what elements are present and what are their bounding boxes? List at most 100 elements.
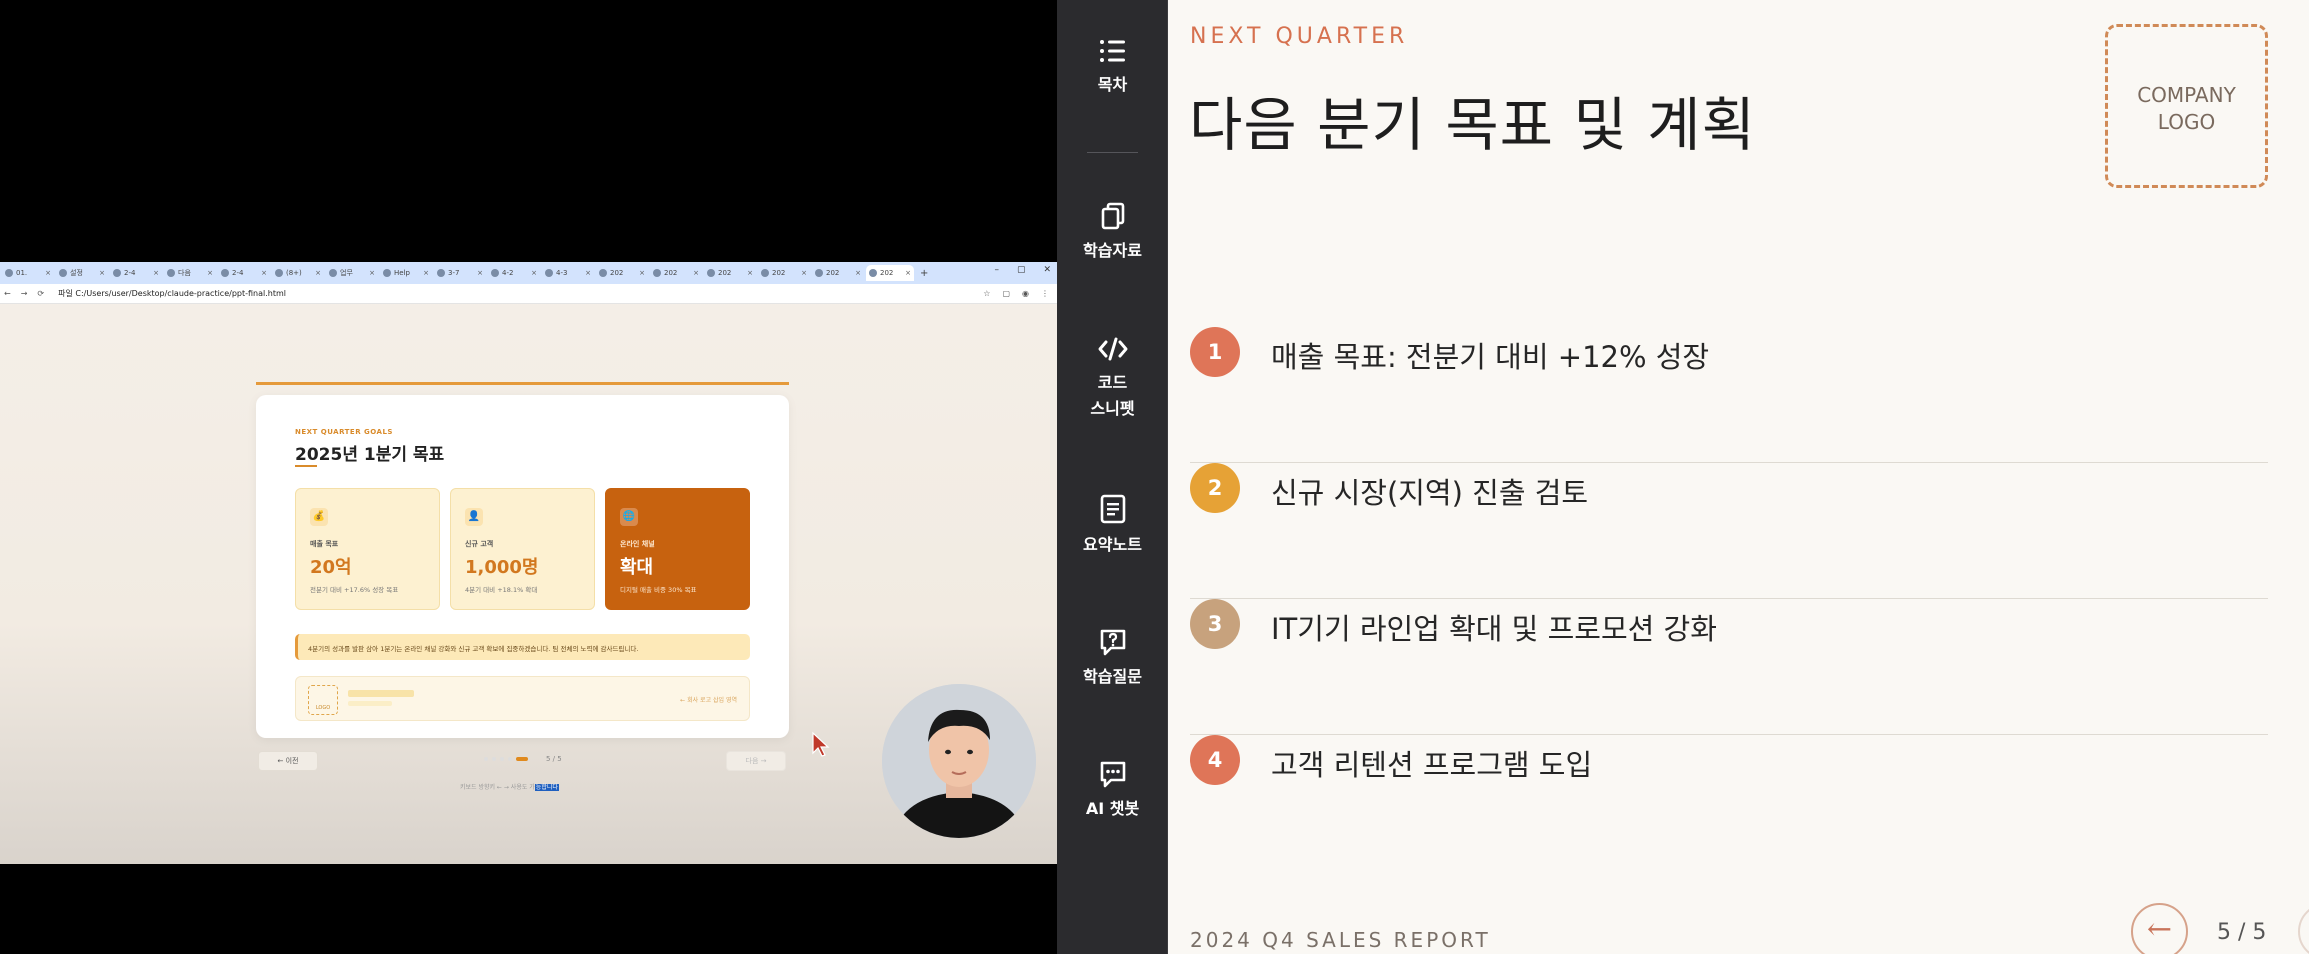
new-tab-button[interactable]: + [920,268,928,279]
reload-button[interactable]: ⟳ [37,289,44,298]
slide-dot[interactable] [508,757,512,761]
plan-item-number: 4 [1190,735,1240,785]
url-prefix: 파일 [58,289,73,298]
goal-card-online: 🌐 온라인 채널 확대 디지털 매출 비중 30% 목표 [605,488,750,610]
goal-value: 확대 [620,557,654,578]
sidebar-item-label: 학습질문 [1083,667,1142,686]
tab-favicon-icon [167,269,175,277]
sidebar-item-ai-chatbot[interactable]: AI 챗봇 [1057,760,1168,822]
tab-favicon-icon [5,269,13,277]
slide-dot-active[interactable] [516,757,528,761]
tab-close-icon[interactable]: × [531,269,537,277]
tab-close-icon[interactable]: × [99,269,105,277]
arrow-left-icon: ← [2146,912,2173,947]
back-button[interactable]: ← [4,289,11,298]
bookmark-star-icon[interactable]: ☆ [983,289,990,298]
tab-close-icon[interactable]: × [153,269,159,277]
tab-close-icon[interactable]: × [477,269,483,277]
sidebar-item-label: 학습자료 [1083,241,1142,260]
plan-item: 2 신규 시장(지역) 진출 검토 [1190,463,2268,599]
mouse-cursor-icon [812,731,830,757]
tab-close-icon[interactable]: × [639,269,645,277]
sidebar-item-toc[interactable]: 목차 [1057,38,1168,98]
forward-button[interactable]: → [21,289,28,298]
tab-label: 4-2 [502,269,514,277]
slide-dot[interactable] [484,757,488,761]
tab-close-icon[interactable]: × [585,269,591,277]
extensions-icon[interactable]: ▢ [1002,289,1010,298]
placeholder-line [348,690,414,697]
goal-value: 1,000명 [465,557,539,578]
tab-close-icon[interactable]: × [423,269,429,277]
plan-item-number: 3 [1190,599,1240,649]
card-title: 2025년 1분기 목표 [295,445,445,465]
browser-tab[interactable]: Help × [380,265,432,281]
browser-tab[interactable]: 01. × [2,265,54,281]
prev-slide-button[interactable]: ← [2131,903,2188,954]
goals-card: NEXT QUARTER GOALS 2025년 1분기 목표 💰 매출 목표 … [256,395,789,738]
tab-close-icon[interactable]: × [261,269,267,277]
goal-value: 20억 [310,557,352,578]
minimize-button[interactable]: – [994,265,999,275]
tab-close-icon[interactable]: × [855,269,861,277]
tab-label: 4-3 [556,269,568,277]
window-controls: – ▢ ✕ [994,265,1051,275]
note-icon [1100,494,1125,524]
sidebar-item-materials[interactable]: 학습자료 [1057,202,1168,264]
tab-close-icon[interactable]: × [905,269,911,277]
screen: 01. × 설정 × 2-4 × 다음 × 2-4 × (8+) × 업무 × Help × 3-7 × 4-2 × 4… [0,0,2309,954]
browser-tab[interactable]: 4-2 × [488,265,540,281]
browser-tab[interactable]: 202 × [704,265,756,281]
globe-icon: 🌐 [620,508,638,526]
browser-tab[interactable]: 202 × [650,265,702,281]
browser-tab[interactable]: 2-4 × [110,265,162,281]
browser-tab[interactable]: 4-3 × [542,265,594,281]
tab-favicon-icon [815,269,823,277]
keyboard-hint-text: 키보드 방향키 ← → 사용도 가 [460,784,535,791]
code-icon [1098,337,1127,361]
tab-close-icon[interactable]: × [693,269,699,277]
goal-card-sales: 💰 매출 목표 20억 전분기 대비 +17.6% 성장 목표 [295,488,440,610]
browser-tab[interactable]: 202 × [758,265,810,281]
profile-icon[interactable]: ◉ [1022,289,1029,298]
browser-tab[interactable]: 202 × [812,265,864,281]
plan-item-number: 1 [1190,327,1240,377]
address-bar[interactable]: ← → ⟳ 파일 C:/Users/user/Desktop/claude-pr… [0,284,1057,304]
slide-dot[interactable] [492,757,496,761]
browser-tab[interactable]: 3-7 × [434,265,486,281]
tab-close-icon[interactable]: × [747,269,753,277]
tab-close-icon[interactable]: × [801,269,807,277]
browser-tab[interactable]: 202 × [596,265,648,281]
sidebar-item-questions[interactable]: 학습질문 [1057,628,1168,690]
sidebar-item-label: 요약노트 [1083,535,1142,554]
tab-favicon-icon [491,269,499,277]
prev-slide-button[interactable]: ← 이전 [258,751,318,771]
next-slide-button[interactable] [2298,903,2309,954]
maximize-button[interactable]: ▢ [1017,265,1026,275]
tab-favicon-icon [59,269,67,277]
tab-favicon-icon [599,269,607,277]
tab-label: 2-4 [232,269,244,277]
slide-dot[interactable] [500,757,504,761]
tab-close-icon[interactable]: × [315,269,321,277]
next-slide-button[interactable]: 다음 → [726,751,786,771]
sidebar-item-snippets[interactable]: 코드 스니펫 [1057,336,1168,422]
tab-label: 202 [610,269,624,277]
summary-note: 4분기의 성과를 발판 삼아 1분기는 온라인 채널 강화와 신규 고객 확보에… [295,634,750,660]
keyboard-hint: 키보드 방향키 ← → 사용도 가능합니다 [460,782,559,791]
browser-tab[interactable]: 다음 × [164,265,216,281]
logo-placeholder: LOGO [308,685,338,715]
tab-close-icon[interactable]: × [45,269,51,277]
tab-close-icon[interactable]: × [369,269,375,277]
sidebar-item-summary[interactable]: 요약노트 [1057,494,1168,558]
browser-tab[interactable]: 2-4 × [218,265,270,281]
slide: NEXT QUARTER 다음 분기 목표 및 계획 COMPANY LOGO … [1168,0,2309,954]
close-window-button[interactable]: ✕ [1043,265,1051,275]
menu-kebab-icon[interactable]: ⋮ [1041,289,1049,298]
browser-tab[interactable]: 설정 × [56,265,108,281]
browser-tab[interactable]: 202 × [866,265,914,281]
tab-close-icon[interactable]: × [207,269,213,277]
browser-tab[interactable]: (8+) × [272,265,324,281]
plan-item: 1 매출 목표: 전분기 대비 +12% 성장 [1190,327,2268,463]
browser-tab[interactable]: 업무 × [326,265,378,281]
